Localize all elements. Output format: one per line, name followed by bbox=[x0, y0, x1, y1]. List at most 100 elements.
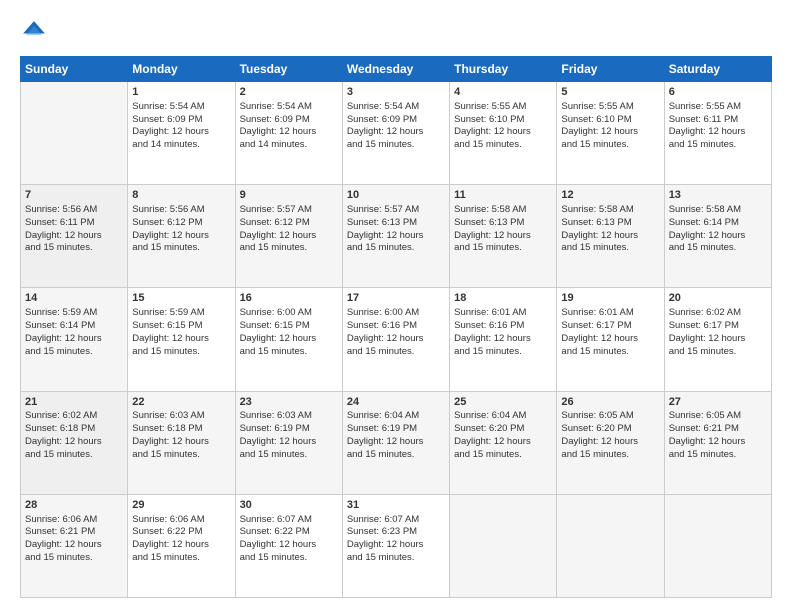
day-info: Sunrise: 6:03 AM Sunset: 6:18 PM Dayligh… bbox=[132, 410, 230, 461]
day-info: Sunrise: 5:59 AM Sunset: 6:14 PM Dayligh… bbox=[25, 307, 123, 358]
day-cell bbox=[21, 82, 128, 185]
day-number: 10 bbox=[347, 188, 445, 203]
day-number: 5 bbox=[561, 85, 659, 100]
day-info: Sunrise: 6:02 AM Sunset: 6:17 PM Dayligh… bbox=[669, 307, 767, 358]
day-cell: 31Sunrise: 6:07 AM Sunset: 6:23 PM Dayli… bbox=[342, 494, 449, 597]
day-number: 13 bbox=[669, 188, 767, 203]
day-number: 4 bbox=[454, 85, 552, 100]
day-number: 19 bbox=[561, 291, 659, 306]
day-number: 28 bbox=[25, 498, 123, 513]
day-number: 24 bbox=[347, 395, 445, 410]
day-info: Sunrise: 5:55 AM Sunset: 6:10 PM Dayligh… bbox=[454, 101, 552, 152]
day-info: Sunrise: 6:05 AM Sunset: 6:20 PM Dayligh… bbox=[561, 410, 659, 461]
day-cell: 8Sunrise: 5:56 AM Sunset: 6:12 PM Daylig… bbox=[128, 185, 235, 288]
day-cell: 4Sunrise: 5:55 AM Sunset: 6:10 PM Daylig… bbox=[450, 82, 557, 185]
day-number: 20 bbox=[669, 291, 767, 306]
day-cell: 23Sunrise: 6:03 AM Sunset: 6:19 PM Dayli… bbox=[235, 391, 342, 494]
day-number: 22 bbox=[132, 395, 230, 410]
day-cell: 11Sunrise: 5:58 AM Sunset: 6:13 PM Dayli… bbox=[450, 185, 557, 288]
day-number: 27 bbox=[669, 395, 767, 410]
day-cell: 5Sunrise: 5:55 AM Sunset: 6:10 PM Daylig… bbox=[557, 82, 664, 185]
day-cell: 2Sunrise: 5:54 AM Sunset: 6:09 PM Daylig… bbox=[235, 82, 342, 185]
day-cell: 12Sunrise: 5:58 AM Sunset: 6:13 PM Dayli… bbox=[557, 185, 664, 288]
day-info: Sunrise: 5:54 AM Sunset: 6:09 PM Dayligh… bbox=[132, 101, 230, 152]
day-cell: 9Sunrise: 5:57 AM Sunset: 6:12 PM Daylig… bbox=[235, 185, 342, 288]
day-cell: 17Sunrise: 6:00 AM Sunset: 6:16 PM Dayli… bbox=[342, 288, 449, 391]
header-cell-tuesday: Tuesday bbox=[235, 57, 342, 82]
day-number: 16 bbox=[240, 291, 338, 306]
day-number: 31 bbox=[347, 498, 445, 513]
day-info: Sunrise: 6:06 AM Sunset: 6:22 PM Dayligh… bbox=[132, 514, 230, 565]
week-row-0: 1Sunrise: 5:54 AM Sunset: 6:09 PM Daylig… bbox=[21, 82, 772, 185]
day-number: 25 bbox=[454, 395, 552, 410]
day-info: Sunrise: 5:58 AM Sunset: 6:14 PM Dayligh… bbox=[669, 204, 767, 255]
day-number: 11 bbox=[454, 188, 552, 203]
header-cell-friday: Friday bbox=[557, 57, 664, 82]
day-info: Sunrise: 6:07 AM Sunset: 6:23 PM Dayligh… bbox=[347, 514, 445, 565]
day-number: 2 bbox=[240, 85, 338, 100]
day-info: Sunrise: 5:54 AM Sunset: 6:09 PM Dayligh… bbox=[240, 101, 338, 152]
day-info: Sunrise: 5:56 AM Sunset: 6:11 PM Dayligh… bbox=[25, 204, 123, 255]
week-row-3: 21Sunrise: 6:02 AM Sunset: 6:18 PM Dayli… bbox=[21, 391, 772, 494]
header-cell-saturday: Saturday bbox=[664, 57, 771, 82]
week-row-2: 14Sunrise: 5:59 AM Sunset: 6:14 PM Dayli… bbox=[21, 288, 772, 391]
day-number: 1 bbox=[132, 85, 230, 100]
logo bbox=[20, 18, 52, 46]
week-row-4: 28Sunrise: 6:06 AM Sunset: 6:21 PM Dayli… bbox=[21, 494, 772, 597]
day-info: Sunrise: 5:58 AM Sunset: 6:13 PM Dayligh… bbox=[561, 204, 659, 255]
day-cell: 30Sunrise: 6:07 AM Sunset: 6:22 PM Dayli… bbox=[235, 494, 342, 597]
page: SundayMondayTuesdayWednesdayThursdayFrid… bbox=[0, 0, 792, 612]
day-number: 9 bbox=[240, 188, 338, 203]
day-info: Sunrise: 6:07 AM Sunset: 6:22 PM Dayligh… bbox=[240, 514, 338, 565]
day-number: 8 bbox=[132, 188, 230, 203]
day-number: 17 bbox=[347, 291, 445, 306]
day-cell: 26Sunrise: 6:05 AM Sunset: 6:20 PM Dayli… bbox=[557, 391, 664, 494]
day-cell: 19Sunrise: 6:01 AM Sunset: 6:17 PM Dayli… bbox=[557, 288, 664, 391]
day-info: Sunrise: 6:00 AM Sunset: 6:15 PM Dayligh… bbox=[240, 307, 338, 358]
day-cell: 25Sunrise: 6:04 AM Sunset: 6:20 PM Dayli… bbox=[450, 391, 557, 494]
day-cell: 28Sunrise: 6:06 AM Sunset: 6:21 PM Dayli… bbox=[21, 494, 128, 597]
day-info: Sunrise: 5:59 AM Sunset: 6:15 PM Dayligh… bbox=[132, 307, 230, 358]
day-info: Sunrise: 5:57 AM Sunset: 6:12 PM Dayligh… bbox=[240, 204, 338, 255]
day-cell bbox=[450, 494, 557, 597]
day-number: 29 bbox=[132, 498, 230, 513]
day-info: Sunrise: 6:00 AM Sunset: 6:16 PM Dayligh… bbox=[347, 307, 445, 358]
day-number: 14 bbox=[25, 291, 123, 306]
day-info: Sunrise: 6:04 AM Sunset: 6:20 PM Dayligh… bbox=[454, 410, 552, 461]
day-cell: 13Sunrise: 5:58 AM Sunset: 6:14 PM Dayli… bbox=[664, 185, 771, 288]
day-cell: 22Sunrise: 6:03 AM Sunset: 6:18 PM Dayli… bbox=[128, 391, 235, 494]
day-info: Sunrise: 5:54 AM Sunset: 6:09 PM Dayligh… bbox=[347, 101, 445, 152]
calendar-body: 1Sunrise: 5:54 AM Sunset: 6:09 PM Daylig… bbox=[21, 82, 772, 598]
day-cell: 14Sunrise: 5:59 AM Sunset: 6:14 PM Dayli… bbox=[21, 288, 128, 391]
calendar-header: SundayMondayTuesdayWednesdayThursdayFrid… bbox=[21, 57, 772, 82]
day-number: 23 bbox=[240, 395, 338, 410]
calendar-table: SundayMondayTuesdayWednesdayThursdayFrid… bbox=[20, 56, 772, 598]
day-info: Sunrise: 5:57 AM Sunset: 6:13 PM Dayligh… bbox=[347, 204, 445, 255]
day-info: Sunrise: 6:06 AM Sunset: 6:21 PM Dayligh… bbox=[25, 514, 123, 565]
header bbox=[20, 18, 772, 46]
day-number: 21 bbox=[25, 395, 123, 410]
day-cell: 29Sunrise: 6:06 AM Sunset: 6:22 PM Dayli… bbox=[128, 494, 235, 597]
day-info: Sunrise: 6:02 AM Sunset: 6:18 PM Dayligh… bbox=[25, 410, 123, 461]
day-cell bbox=[664, 494, 771, 597]
day-info: Sunrise: 5:56 AM Sunset: 6:12 PM Dayligh… bbox=[132, 204, 230, 255]
week-row-1: 7Sunrise: 5:56 AM Sunset: 6:11 PM Daylig… bbox=[21, 185, 772, 288]
day-cell bbox=[557, 494, 664, 597]
day-number: 12 bbox=[561, 188, 659, 203]
day-number: 18 bbox=[454, 291, 552, 306]
header-cell-wednesday: Wednesday bbox=[342, 57, 449, 82]
day-cell: 20Sunrise: 6:02 AM Sunset: 6:17 PM Dayli… bbox=[664, 288, 771, 391]
day-number: 6 bbox=[669, 85, 767, 100]
header-cell-sunday: Sunday bbox=[21, 57, 128, 82]
day-info: Sunrise: 5:55 AM Sunset: 6:10 PM Dayligh… bbox=[561, 101, 659, 152]
day-cell: 10Sunrise: 5:57 AM Sunset: 6:13 PM Dayli… bbox=[342, 185, 449, 288]
day-number: 7 bbox=[25, 188, 123, 203]
day-cell: 27Sunrise: 6:05 AM Sunset: 6:21 PM Dayli… bbox=[664, 391, 771, 494]
day-cell: 24Sunrise: 6:04 AM Sunset: 6:19 PM Dayli… bbox=[342, 391, 449, 494]
header-cell-monday: Monday bbox=[128, 57, 235, 82]
day-number: 3 bbox=[347, 85, 445, 100]
day-info: Sunrise: 5:58 AM Sunset: 6:13 PM Dayligh… bbox=[454, 204, 552, 255]
day-cell: 3Sunrise: 5:54 AM Sunset: 6:09 PM Daylig… bbox=[342, 82, 449, 185]
day-info: Sunrise: 6:05 AM Sunset: 6:21 PM Dayligh… bbox=[669, 410, 767, 461]
day-cell: 18Sunrise: 6:01 AM Sunset: 6:16 PM Dayli… bbox=[450, 288, 557, 391]
